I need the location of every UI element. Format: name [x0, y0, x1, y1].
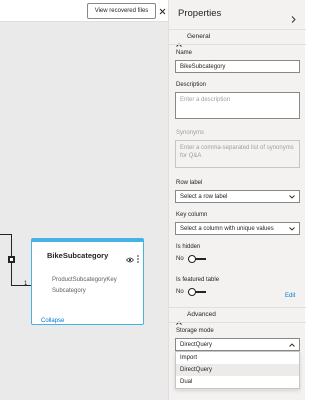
storage-mode-label: Storage mode: [176, 328, 214, 334]
storage-mode-option-dual[interactable]: Dual: [176, 376, 299, 388]
toggle-switch[interactable]: [187, 255, 206, 263]
storage-mode-dropdown: Import DirectQuery Dual: [175, 351, 300, 389]
properties-pane: Properties General Name BikeSubcategory …: [168, 0, 306, 400]
relationship-line[interactable]: [11, 285, 31, 286]
eye-icon[interactable]: [126, 250, 134, 268]
chevron-down-icon: [289, 227, 295, 233]
key-column-select-value: Select a column with unique values: [180, 225, 274, 232]
key-column-label: Key column: [176, 212, 208, 218]
is-featured-table-toggle[interactable]: No: [176, 288, 206, 296]
toggle-switch[interactable]: [187, 288, 206, 296]
chevron-up-icon: [289, 343, 295, 349]
is-featured-table-label: Is featured table: [176, 277, 220, 283]
storage-mode-option-import[interactable]: Import: [176, 352, 299, 364]
general-section-header[interactable]: General: [169, 30, 306, 47]
divider: [169, 322, 306, 323]
row-label-select[interactable]: Select a row label: [175, 190, 300, 203]
chevron-down-icon: [289, 195, 295, 201]
divider: [169, 44, 306, 45]
table-field[interactable]: Subcategory: [52, 288, 86, 294]
chevron-right-icon[interactable]: [291, 10, 296, 28]
table-card-bikesubcategory[interactable]: BikeSubcategory ProductSubcategoryKey Su…: [31, 238, 144, 325]
storage-mode-option-directquery[interactable]: DirectQuery: [176, 364, 299, 376]
is-hidden-state: No: [176, 256, 184, 262]
is-featured-table-state: No: [176, 289, 184, 295]
table-field[interactable]: ProductSubcategoryKey: [52, 277, 117, 283]
canvas-toolbar: View recovered files: [0, 0, 168, 22]
row-label-select-value: Select a row label: [180, 193, 228, 200]
storage-mode-select-value: DirectQuery: [180, 341, 213, 348]
properties-title: Properties: [178, 8, 222, 19]
is-hidden-label: Is hidden: [176, 244, 201, 250]
synonyms-label: Synonyms: [176, 130, 205, 136]
row-label-label: Row label: [176, 180, 203, 186]
name-label: Name: [176, 50, 193, 56]
advanced-section-header[interactable]: Advanced: [169, 308, 306, 325]
name-input[interactable]: BikeSubcategory: [175, 60, 300, 73]
description-label: Description: [176, 82, 207, 88]
close-icon[interactable]: [158, 3, 167, 19]
description-input[interactable]: Enter a description: [175, 92, 300, 119]
model-canvas[interactable]: View recovered files 1 BikeSubcategory P…: [0, 0, 168, 400]
collapse-link[interactable]: Collapse: [41, 318, 64, 324]
is-hidden-toggle[interactable]: No: [176, 255, 206, 263]
advanced-section-label: Advanced: [187, 311, 216, 318]
key-column-select[interactable]: Select a column with unique values: [175, 222, 300, 235]
general-section-label: General: [187, 33, 211, 40]
view-recovered-files-button[interactable]: View recovered files: [87, 3, 156, 19]
table-card-title: BikeSubcategory: [47, 251, 109, 260]
relationship-cardinality-one: 1: [24, 281, 28, 287]
more-options-icon[interactable]: [137, 250, 139, 268]
edit-link[interactable]: Edit: [285, 293, 295, 299]
synonyms-input: Enter a comma-separated list of synonyms…: [175, 140, 300, 168]
storage-mode-select[interactable]: DirectQuery: [175, 338, 300, 351]
relationship-direction-icon[interactable]: [8, 256, 15, 263]
